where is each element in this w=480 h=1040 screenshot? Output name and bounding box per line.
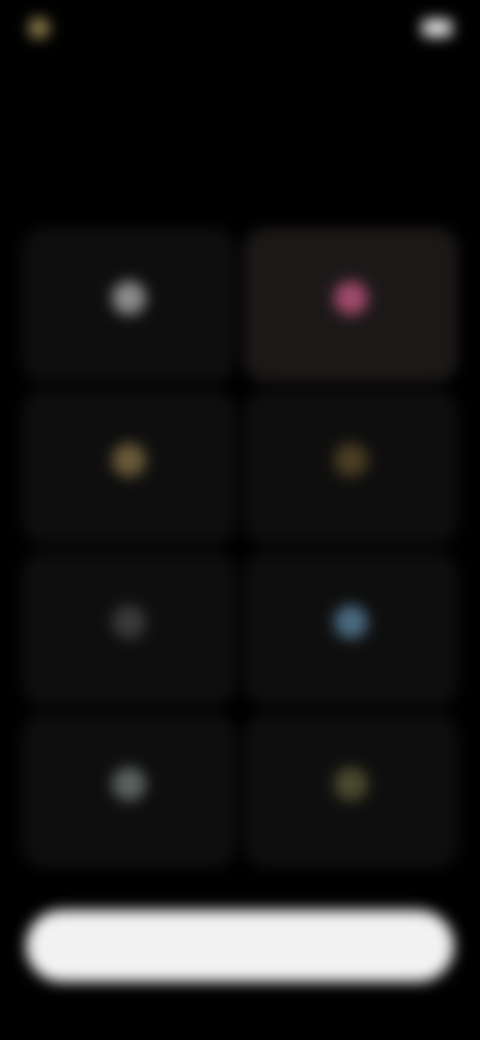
- option-tile[interactable]: [244, 552, 458, 706]
- option-tile[interactable]: [22, 390, 236, 544]
- status-bar: [28, 14, 452, 42]
- gray-green-circle-icon: [112, 767, 146, 801]
- small-gold-icon: [334, 443, 368, 477]
- option-tile[interactable]: [244, 390, 458, 544]
- option-tile[interactable]: [22, 714, 236, 868]
- option-tile[interactable]: [244, 228, 458, 382]
- white-circle-icon: [112, 281, 146, 315]
- app-indicator-icon: [28, 17, 50, 39]
- battery-icon: [422, 19, 452, 37]
- gray-circle-icon: [112, 605, 146, 639]
- beige-circle-icon: [112, 443, 146, 477]
- blue-circle-icon: [334, 605, 368, 639]
- option-tile[interactable]: [244, 714, 458, 868]
- status-left: [28, 17, 60, 39]
- option-tile[interactable]: [22, 228, 236, 382]
- options-grid: [22, 228, 458, 868]
- continue-button[interactable]: [26, 910, 454, 982]
- olive-circle-icon: [334, 767, 368, 801]
- status-right: [414, 19, 452, 37]
- option-tile[interactable]: [22, 552, 236, 706]
- pink-circle-icon: [334, 281, 368, 315]
- phone-screen: [0, 0, 480, 1040]
